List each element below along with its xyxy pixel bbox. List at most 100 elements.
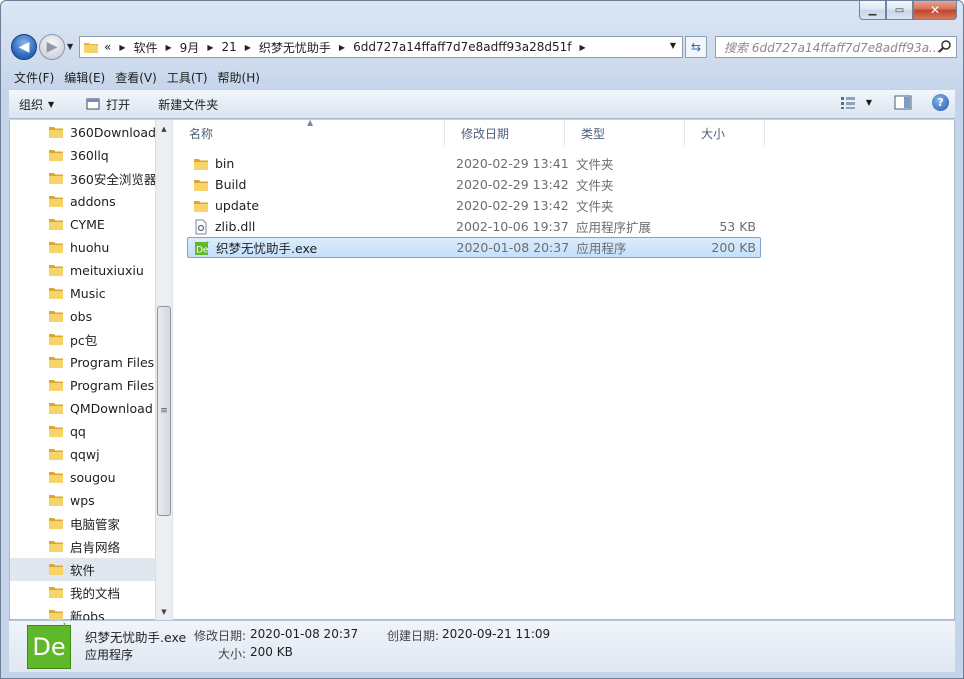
column-header-name[interactable]: 名称 ▲ — [173, 118, 445, 146]
svg-text:+: + — [205, 240, 210, 247]
navigation-scrollbar[interactable]: ▲ ≡ ▼ — [155, 120, 172, 620]
folder-icon — [194, 158, 208, 170]
details-created-value: 2020-09-21 11:09 — [442, 627, 551, 641]
nav-folder-item[interactable]: QMDownload — [10, 397, 155, 420]
file-name-cell: Build — [187, 177, 450, 193]
nav-folder-item[interactable]: meituxiuxiu — [10, 259, 155, 282]
file-row[interactable]: bin 2020-02-29 13:41 文件夹 — [187, 153, 761, 174]
folder-icon — [49, 495, 63, 506]
nav-folder-label: qq — [70, 424, 86, 439]
file-row[interactable]: Build 2020-02-29 13:42 文件夹 — [187, 174, 761, 195]
dropdown-arrow-icon: ▼ — [48, 99, 55, 109]
file-type: 文件夹 — [576, 157, 614, 172]
menu-help[interactable]: 帮助(H) — [213, 69, 265, 86]
column-header-size[interactable]: 大小 — [685, 120, 765, 146]
column-headers: 名称 ▲ 修改日期 类型 大小 — [173, 118, 954, 146]
menu-view[interactable]: 查看(V) — [110, 69, 162, 86]
nav-folder-item[interactable]: addons — [10, 190, 155, 213]
breadcrumb-item[interactable]: 软件 — [134, 39, 158, 56]
close-button[interactable]: ✕ — [913, 1, 957, 20]
nav-folder-item[interactable]: 电脑管家 — [10, 512, 155, 535]
nav-folder-item[interactable]: CYME — [10, 213, 155, 236]
folder-icon — [49, 173, 63, 184]
nav-folder-label: CYME — [70, 217, 105, 232]
help-icon[interactable]: ? — [932, 94, 949, 111]
nav-folder-item[interactable]: 启肯网络 — [10, 535, 155, 558]
minimize-button[interactable]: ▁ — [859, 1, 886, 20]
open-button[interactable]: 打开 — [64, 90, 140, 118]
nav-folder-item[interactable]: huohu — [10, 236, 155, 259]
window-caption-buttons: ▁ ▭ ✕ — [859, 1, 957, 20]
breadcrumb-item[interactable]: 9月 — [180, 39, 200, 56]
nav-folder-label: qqwj — [70, 447, 100, 462]
scroll-up-icon[interactable]: ▲ — [156, 120, 172, 137]
scroll-thumb[interactable]: ≡ — [157, 306, 171, 516]
file-row[interactable]: De + 织梦无忧助手.exe 2020-01-08 20:37 应用程序 200 KB — [187, 237, 761, 258]
forward-button[interactable]: ▶ — [39, 34, 65, 60]
column-size-label: 大小 — [701, 126, 726, 141]
app-icon: De+ — [195, 240, 210, 255]
folder-icon — [49, 587, 63, 598]
nav-folder-item[interactable]: obs — [10, 305, 155, 328]
refresh-button[interactable]: ⇆ — [685, 36, 707, 58]
crumb-separator-icon: ▶ — [119, 42, 126, 52]
address-dropdown-icon[interactable]: ▼ — [670, 41, 676, 50]
maximize-button[interactable]: ▭ — [886, 1, 913, 20]
organize-button[interactable]: 组织 ▼ — [9, 90, 64, 118]
menu-tools[interactable]: 工具(T) — [162, 69, 213, 86]
search-input[interactable]: 搜索 6dd727a14ffaff7d7e8adff93a... — [715, 36, 957, 58]
nav-folder-item[interactable]: 360Downloads — [10, 121, 155, 144]
nav-folder-item[interactable]: 新obs — [10, 604, 155, 620]
nav-folder-label: 360安全浏览器 — [70, 172, 155, 187]
nav-folder-label: wps — [70, 493, 95, 508]
folder-icon — [49, 311, 63, 322]
nav-folder-item[interactable]: Program Files — [10, 351, 155, 374]
nav-folder-item[interactable]: 软件 — [10, 558, 155, 581]
details-file-type: 应用程序 — [85, 648, 134, 662]
nav-folder-item[interactable]: pc包 — [10, 328, 155, 351]
back-button[interactable]: ◀ — [11, 34, 37, 60]
breadcrumb-item[interactable]: 21 — [221, 40, 236, 54]
file-row[interactable]: update 2020-02-29 13:42 文件夹 — [187, 195, 761, 216]
nav-folder-label: QMDownload — [70, 401, 153, 416]
menu-file[interactable]: 文件(F) — [9, 69, 59, 86]
file-name-cell: zlib.dll — [187, 219, 450, 235]
nav-folder-item[interactable]: 360安全浏览器 — [10, 167, 155, 190]
menu-edit[interactable]: 编辑(E) — [59, 69, 110, 86]
folder-icon — [49, 472, 63, 483]
file-date: 2020-01-08 20:37 — [456, 240, 570, 255]
column-header-date[interactable]: 修改日期 — [445, 120, 565, 146]
preview-pane-icon[interactable] — [894, 95, 912, 110]
file-size: 200 KB — [711, 240, 756, 255]
file-size: 53 KB — [719, 219, 756, 234]
file-date: 2020-02-29 13:42 — [456, 198, 569, 213]
breadcrumb-overflow[interactable]: « — [104, 40, 111, 54]
nav-folder-item[interactable]: Program Files — [10, 374, 155, 397]
nav-folder-label: Program Files — [70, 355, 155, 370]
nav-folder-item[interactable]: sougou — [10, 466, 155, 489]
nav-folder-item[interactable]: qq — [10, 420, 155, 443]
file-date: 2020-02-29 13:41 — [456, 156, 569, 171]
recent-pages-dropdown[interactable]: ▼ — [67, 42, 73, 51]
file-name: update — [215, 198, 260, 213]
nav-folder-item[interactable]: 我的文档 — [10, 581, 155, 604]
search-placeholder: 搜索 6dd727a14ffaff7d7e8adff93a... — [724, 40, 941, 55]
scroll-down-icon[interactable]: ▼ — [156, 603, 172, 620]
nav-folder-item[interactable]: 360llq — [10, 144, 155, 167]
file-date: 2020-02-29 13:42 — [456, 177, 569, 192]
breadcrumb-item[interactable]: 6dd727a14ffaff7d7e8adff93a28d51f — [353, 40, 571, 54]
breadcrumb-item[interactable]: 织梦无忧助手 — [259, 39, 331, 56]
nav-folder-item[interactable]: wps — [10, 489, 155, 512]
nav-folder-item[interactable]: qqwj — [10, 443, 155, 466]
crumb-separator-icon: ▶ — [165, 42, 172, 52]
file-row[interactable]: zlib.dll 2002-10-06 19:37 应用程序扩展 53 KB — [187, 216, 761, 237]
details-created-label: 创建日期: — [387, 629, 440, 643]
crumb-separator-icon: ▶ — [579, 42, 586, 52]
view-dropdown-icon[interactable]: ▼ — [866, 98, 872, 107]
change-view-icon[interactable] — [840, 96, 856, 110]
nav-folder-item[interactable]: Music — [10, 282, 155, 305]
nav-folder-label: Music — [70, 286, 106, 301]
new-folder-button[interactable]: 新建文件夹 — [140, 90, 228, 118]
column-header-type[interactable]: 类型 — [565, 120, 685, 146]
address-bar[interactable]: « ▶ 软件 ▶ 9月 ▶ 21 ▶ 织梦无忧助手 ▶ 6dd727a14ffa… — [79, 36, 683, 58]
